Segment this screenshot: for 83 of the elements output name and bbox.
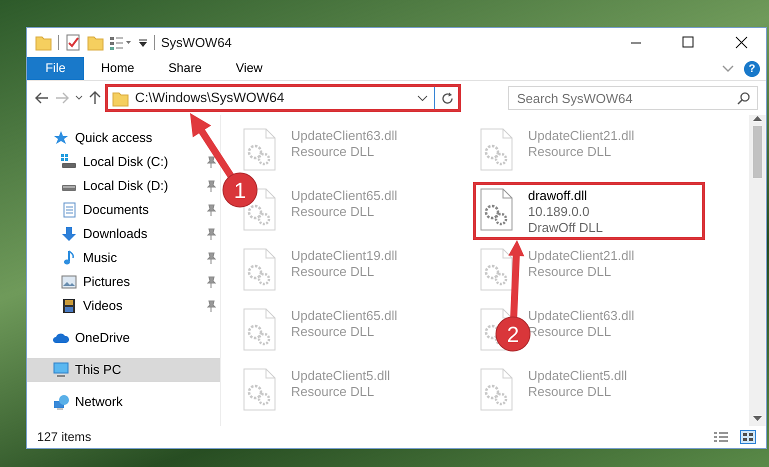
download-arrow-icon — [61, 226, 77, 242]
file-detail: Resource DLL — [291, 144, 376, 160]
step-number-badge: 2 — [496, 316, 530, 352]
file-name: UpdateClient65.dll — [291, 308, 398, 324]
nav-item[interactable]: Pictures — [27, 270, 220, 294]
nav-item[interactable]: Downloads — [27, 222, 220, 246]
ribbon-tab[interactable]: Share — [151, 57, 219, 80]
file-name: UpdateClient21.dll — [528, 248, 634, 264]
close-icon — [734, 36, 748, 49]
dll-file-icon — [242, 128, 277, 171]
maximize-icon — [680, 36, 694, 49]
dll-file-icon — [242, 248, 277, 291]
file-name: UpdateClient5.dll — [291, 368, 390, 384]
scrollbar[interactable] — [749, 115, 766, 426]
dll-file-icon — [479, 188, 514, 231]
dll-file-icon — [479, 248, 514, 291]
large-icons-view-icon[interactable] — [740, 430, 756, 444]
expand-ribbon-icon[interactable] — [722, 64, 734, 72]
network-globe-icon — [53, 394, 69, 410]
file-name: UpdateClient63.dll — [528, 308, 634, 324]
file-name: UpdateClient65.dll — [291, 188, 398, 204]
file-name: UpdateClient5.dll — [528, 368, 628, 384]
callout-arrow — [190, 113, 234, 178]
dll-file-icon — [479, 128, 514, 171]
window-title: SysWOW64 — [161, 34, 232, 52]
scroll-up-icon[interactable] — [753, 115, 762, 122]
recent-caret-icon[interactable] — [75, 95, 83, 101]
properties-icon[interactable] — [65, 34, 81, 51]
file-detail: Resource DLL — [291, 264, 376, 280]
file-tab[interactable]: File — [27, 57, 84, 80]
file-item[interactable]: drawoff.dll 10.189.0.0 DrawOff DLL — [475, 184, 703, 238]
drive-icon — [61, 184, 77, 192]
file-name: UpdateClient19.dll — [291, 248, 398, 264]
step-number-badge: 1 — [222, 172, 258, 208]
music-note-icon — [61, 250, 77, 266]
nav-item[interactable]: Videos — [27, 294, 220, 318]
monitor-icon — [53, 362, 69, 378]
file-detail: Resource DLL — [528, 264, 612, 280]
ribbon-tab[interactable]: View — [218, 57, 280, 80]
nav-item[interactable]: This PC — [27, 358, 220, 382]
nav-item[interactable]: OneDrive — [27, 326, 220, 350]
view-menu-icon[interactable] — [110, 36, 132, 50]
nav-item[interactable]: Local Disk (C:) — [27, 150, 220, 174]
ribbon-tab[interactable]: Home — [84, 57, 152, 80]
file-detail: Resource DLL — [528, 144, 612, 160]
scroll-down-icon[interactable] — [753, 415, 762, 422]
file-name: UpdateClient63.dll — [291, 128, 398, 144]
scroll-thumb[interactable] — [753, 126, 762, 178]
up-arrow-icon[interactable] — [89, 91, 101, 105]
nav-item[interactable]: Music — [27, 246, 220, 270]
folder-icon — [112, 90, 129, 106]
dll-file-icon — [242, 368, 277, 411]
file-name: drawoff.dll — [528, 188, 588, 204]
star-icon — [53, 130, 69, 146]
address-bar[interactable]: C:\Windows\SysWOW64 — [107, 86, 459, 110]
file-detail: 10.189.0.0 — [528, 204, 590, 220]
nav-item[interactable]: Documents — [27, 198, 220, 222]
file-detail: Resource DLL — [291, 204, 376, 220]
file-detail: Resource DLL — [291, 324, 376, 340]
item-count: 127 items — [37, 428, 92, 446]
dll-file-icon — [242, 308, 277, 351]
search-field[interactable]: Search SysWOW64 — [508, 86, 758, 110]
nav-item[interactable]: Quick access — [27, 126, 220, 150]
dll-file-icon — [479, 368, 514, 411]
address-path: C:\Windows\SysWOW64 — [135, 88, 286, 107]
document-icon — [61, 202, 77, 218]
customize-caret-icon[interactable] — [138, 38, 148, 48]
drive-icon — [61, 154, 77, 170]
film-icon — [61, 298, 77, 314]
refresh-icon[interactable] — [441, 92, 454, 104]
back-arrow-icon[interactable] — [35, 92, 49, 104]
file-detail: Resource DLL — [528, 384, 612, 400]
file-detail: Resource DLL — [291, 384, 376, 400]
details-view-icon[interactable] — [714, 431, 728, 443]
nav-item[interactable]: Local Disk (D:) — [27, 174, 220, 198]
file-detail: DrawOff DLL — [528, 220, 603, 236]
search-icon — [737, 92, 750, 105]
dropdown-chevron-icon[interactable] — [417, 94, 428, 102]
file-name: UpdateClient21.dll — [528, 128, 634, 144]
picture-icon — [61, 274, 77, 290]
minimize-icon — [628, 42, 642, 44]
nav-item[interactable]: Network — [27, 390, 220, 414]
help-button[interactable]: ? — [744, 60, 760, 76]
